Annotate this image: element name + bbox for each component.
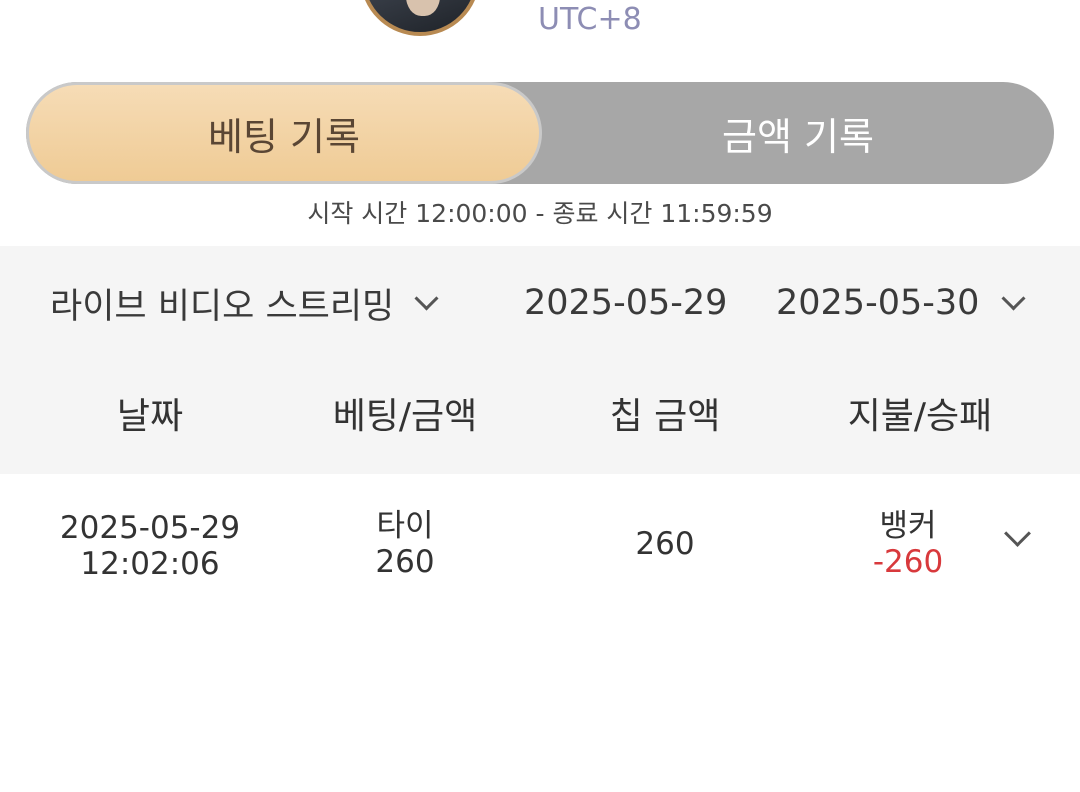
column-header-date: 날짜	[116, 396, 184, 437]
chevron-down-icon	[414, 285, 439, 311]
column-header-payout: 지불/승패	[847, 396, 993, 437]
end-date-value: 2025-05-30	[776, 283, 980, 323]
start-date-value: 2025-05-29	[524, 283, 728, 323]
avatar-face	[406, 0, 440, 16]
end-date-picker[interactable]: 2025-05-30	[776, 276, 1026, 330]
row-chip-amount: 260	[635, 526, 695, 562]
row-date: 2025-05-29	[59, 510, 241, 546]
timezone-label: UTC+8	[538, 2, 642, 37]
start-date-picker[interactable]: 2025-05-29	[524, 276, 727, 330]
row-bet-cell: 타이 260	[305, 508, 505, 580]
tab-amount-record[interactable]: 금액 기록	[542, 82, 1054, 184]
record-tabs: 베팅 기록 금액 기록	[26, 82, 1054, 184]
row-payout-cell: 뱅커 -260	[808, 508, 1008, 580]
column-header-chip-amount: 칩 금액	[609, 396, 721, 437]
row-payout-side: 뱅커	[879, 508, 937, 544]
avatar	[360, 0, 480, 36]
game-type-select[interactable]: 라이브 비디오 스트리밍	[50, 276, 439, 330]
row-time: 12:02:06	[80, 546, 220, 582]
tab-betting-record[interactable]: 베팅 기록	[26, 82, 542, 184]
time-range-text: 시작 시간 12:00:00 - 종료 시간 11:59:59	[307, 199, 773, 228]
chevron-down-icon	[1001, 285, 1026, 311]
game-type-value: 라이브 비디오 스트리밍	[50, 286, 395, 327]
row-bet-type: 타이	[376, 508, 434, 544]
betting-history-page: UTC+8 베팅 기록 금액 기록 시작 시간 12:00:00 - 종료 시간…	[0, 0, 1080, 792]
row-bet-amount: 260	[375, 544, 435, 580]
row-date-cell: 2025-05-29 12:02:06	[40, 510, 260, 582]
row-payout-amount: -260	[872, 544, 944, 580]
column-header-bet-amount: 베팅/금액	[332, 396, 478, 437]
